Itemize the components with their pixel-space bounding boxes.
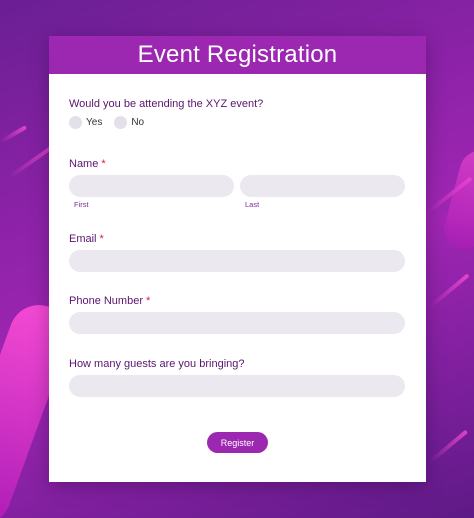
form-header: Event Registration <box>49 36 426 74</box>
required-marker: * <box>146 295 151 307</box>
first-name-input[interactable] <box>69 175 234 197</box>
radio-label-no: No <box>131 117 145 128</box>
first-sublabel: First <box>74 200 89 209</box>
radio-circle-icon[interactable] <box>114 116 128 129</box>
radio-circle-icon[interactable] <box>69 116 82 129</box>
guests-label: How many guests are you bringing? <box>69 358 245 370</box>
phone-label: Phone Number * <box>69 295 150 307</box>
radio-option-no[interactable]: No <box>114 116 144 129</box>
background-streak <box>0 125 27 144</box>
last-sublabel: Last <box>245 200 260 209</box>
email-label: Email * <box>69 233 104 245</box>
email-label-text: Email <box>69 233 97 245</box>
name-label-text: Name <box>69 158 99 170</box>
name-label: Name * <box>69 158 106 170</box>
attending-radio-group: Yes No <box>69 116 156 129</box>
guests-input[interactable] <box>69 375 405 397</box>
background-streak <box>428 273 470 309</box>
email-input[interactable] <box>69 250 405 272</box>
phone-input[interactable] <box>69 312 405 334</box>
register-button[interactable]: Register <box>207 432 268 453</box>
attending-question: Would you be attending the XYZ event? <box>69 98 264 110</box>
background-streak <box>428 429 469 464</box>
registration-form: Event Registration Would you be attendin… <box>49 36 426 482</box>
required-marker: * <box>101 158 106 170</box>
radio-label-yes: Yes <box>86 117 103 128</box>
radio-option-yes[interactable]: Yes <box>69 116 102 129</box>
last-name-input[interactable] <box>240 175 405 197</box>
form-title: Event Registration <box>137 41 338 68</box>
phone-label-text: Phone Number <box>69 295 143 307</box>
required-marker: * <box>99 233 104 245</box>
